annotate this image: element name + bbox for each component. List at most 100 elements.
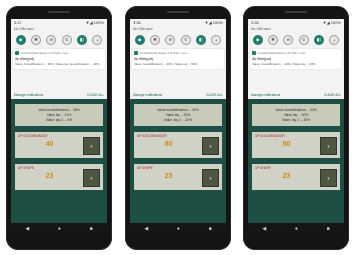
summary-line: Value: lay 2: ...32%: [163, 117, 193, 122]
card-value: 40: [45, 141, 54, 148]
status-icons: ▼◢ 100%: [85, 20, 104, 25]
back-icon[interactable]: ◀: [262, 226, 266, 232]
app-icon: [15, 51, 19, 55]
card-value: 23: [282, 173, 291, 180]
battery-saver-icon[interactable]: ◧: [195, 35, 206, 45]
card-label: AP SHAPE: [255, 166, 271, 170]
card-value: 80: [282, 141, 291, 148]
flashlight-icon[interactable]: ↯: [298, 35, 309, 45]
card-label: AP SHAPE: [137, 166, 153, 170]
speaker: [285, 11, 307, 13]
value-card: AP SHAPE 23 ▼: [15, 164, 103, 190]
speaker: [167, 11, 189, 13]
card-dropdown-button[interactable]: ▼: [202, 169, 219, 187]
bluetooth-icon[interactable]: ✱: [30, 35, 41, 45]
summary-panel: Value hoveldfinalenn: ...30% Value lay: …: [134, 104, 222, 126]
navigation-bar: ◀ ● ■: [248, 223, 344, 235]
notification-text: Value: hoveldfinalenn: ...36% / Value la…: [15, 62, 100, 66]
recents-icon[interactable]: ■: [327, 226, 330, 232]
app-content: Value hoveldfinalenn: ...36% Value lay: …: [11, 99, 107, 223]
back-icon[interactable]: ◀: [144, 226, 148, 232]
clear-all-button[interactable]: CLEAR ALL: [324, 93, 341, 97]
home-icon[interactable]: ●: [295, 226, 298, 232]
card-dropdown-button[interactable]: ▼: [83, 137, 100, 155]
summary-line: Value: lay 2: ...35%: [281, 117, 311, 122]
dnd-icon[interactable]: ⊖: [283, 35, 294, 45]
recents-icon[interactable]: ■: [90, 226, 93, 232]
battery-saver-icon[interactable]: ◧: [313, 35, 324, 45]
add-icon[interactable]: +: [329, 35, 340, 45]
status-bar: 3:47 ▼◢ 100%: [11, 19, 107, 26]
home-icon[interactable]: ●: [58, 226, 61, 232]
app-content: Value hoveldfinalenn: ...32% Value lay: …: [248, 99, 344, 223]
card-dropdown-button[interactable]: ▼: [320, 169, 337, 187]
manage-notifications-link[interactable]: Manage notifications: [133, 93, 162, 97]
notification-header: ForeldreFallenkasse 4.5 LMD • now: [15, 51, 103, 55]
notification-shade: 3:47 ▼◢ 100% No SIM card ◆ ✱ ⊖ ↯ ◧ + For…: [11, 19, 107, 99]
notification-shade: 3:56 ▼◢ 100% No SIM card ◆ ✱ ⊖ ↯ ◧ + For…: [130, 19, 226, 99]
card-dropdown-button[interactable]: ▼: [320, 137, 337, 155]
notification-app-line: ForeldreFallenkasse 4.5 LMD • now: [139, 51, 188, 55]
dnd-icon[interactable]: ⊖: [165, 35, 176, 45]
notification-card[interactable]: ForeldreFallenkasse 4.5 LMD • now Air fi…: [250, 49, 342, 69]
summary-line: Value: lay 2: ...4%: [45, 117, 73, 122]
clear-all-button[interactable]: CLEAR ALL: [206, 93, 223, 97]
value-card: AP KOLDHENADOR 40 ▼: [15, 132, 103, 158]
card-label: AP SHAPE: [18, 166, 34, 170]
notification-header: ForeldreFallenkasse 4.5 LMD • now: [134, 51, 222, 55]
notification-shade: 3:55 ▼◢ 100% No SIM card ◆ ✱ ⊖ ↯ ◧ + For…: [248, 19, 344, 99]
card-dropdown-button[interactable]: ▼: [83, 169, 100, 187]
status-icons: ▼◢ 100%: [322, 20, 341, 25]
card-label: AP KOLDHENADOR: [137, 134, 167, 138]
notification-text: Value: hoveldfinalenn: ...36% / Value la…: [134, 62, 198, 66]
wifi-icon[interactable]: ◆: [252, 35, 263, 45]
speaker: [48, 11, 70, 13]
bluetooth-icon[interactable]: ✱: [149, 35, 160, 45]
card-value: 80: [164, 141, 173, 148]
wifi-icon[interactable]: ◆: [15, 35, 26, 45]
home-icon[interactable]: ●: [177, 226, 180, 232]
flashlight-icon[interactable]: ↯: [61, 35, 72, 45]
screen: 3:55 ▼◢ 100% No SIM card ◆ ✱ ⊖ ↯ ◧ + For…: [248, 19, 344, 235]
add-icon[interactable]: +: [211, 35, 222, 45]
card-value: 23: [164, 173, 173, 180]
status-bar: 3:56 ▼◢ 100%: [130, 19, 226, 26]
notification-card[interactable]: ForeldreFallenkasse 4.5 LMD • now Air fi…: [13, 49, 105, 69]
quick-settings-row: ◆ ✱ ⊖ ↯ ◧ +: [248, 32, 344, 46]
back-icon[interactable]: ◀: [25, 226, 29, 232]
navigation-bar: ◀ ● ■: [11, 223, 107, 235]
value-card: AP SHAPE 23 ▼: [134, 164, 222, 190]
card-label: AP KOLDHENADOR: [18, 134, 48, 138]
notification-card[interactable]: ForeldreFallenkasse 4.5 LMD • now Air fi…: [132, 49, 224, 69]
status-icons: ▼◢ 100%: [204, 20, 223, 25]
app-icon: [252, 51, 256, 55]
app-icon: [134, 51, 138, 55]
quick-settings-row: ◆ ✱ ⊖ ↯ ◧ +: [11, 32, 107, 46]
battery-saver-icon[interactable]: ◧: [76, 35, 87, 45]
card-dropdown-button[interactable]: ▼: [202, 137, 219, 155]
status-time: 3:47: [14, 20, 22, 25]
value-card: AP KOLDHENADOR 80 ▼: [134, 132, 222, 158]
shade-footer: Manage notifications CLEAR ALL: [248, 91, 344, 99]
summary-panel: Value hoveldfinalenn: ...32% Value lay: …: [252, 104, 340, 126]
flashlight-icon[interactable]: ↯: [180, 35, 191, 45]
phone-1: 3:47 ▼◢ 100% No SIM card ◆ ✱ ⊖ ↯ ◧ + For…: [6, 6, 112, 250]
add-icon[interactable]: +: [92, 35, 103, 45]
notification-app-line: ForeldreFallenkasse 4.5 LMD • now: [257, 51, 306, 55]
bluetooth-icon[interactable]: ✱: [267, 35, 278, 45]
manage-notifications-link[interactable]: Manage notifications: [14, 93, 43, 97]
shade-footer: Manage notifications CLEAR ALL: [11, 91, 107, 99]
wifi-icon[interactable]: ◆: [134, 35, 145, 45]
screen: 3:56 ▼◢ 100% No SIM card ◆ ✱ ⊖ ↯ ◧ + For…: [130, 19, 226, 235]
status-bar: 3:55 ▼◢ 100%: [248, 19, 344, 26]
clear-all-button[interactable]: CLEAR ALL: [87, 93, 104, 97]
manage-notifications-link[interactable]: Manage notifications: [251, 93, 280, 97]
quick-settings-row: ◆ ✱ ⊖ ↯ ◧ +: [130, 32, 226, 46]
status-time: 3:56: [133, 20, 141, 25]
summary-panel: Value hoveldfinalenn: ...36% Value lay: …: [15, 104, 103, 126]
value-card: AP SHAPE 23 ▼: [252, 164, 340, 190]
screen: 3:47 ▼◢ 100% No SIM card ◆ ✱ ⊖ ↯ ◧ + For…: [11, 19, 107, 235]
dnd-icon[interactable]: ⊖: [46, 35, 57, 45]
recents-icon[interactable]: ■: [209, 226, 212, 232]
card-value: 23: [45, 173, 54, 180]
